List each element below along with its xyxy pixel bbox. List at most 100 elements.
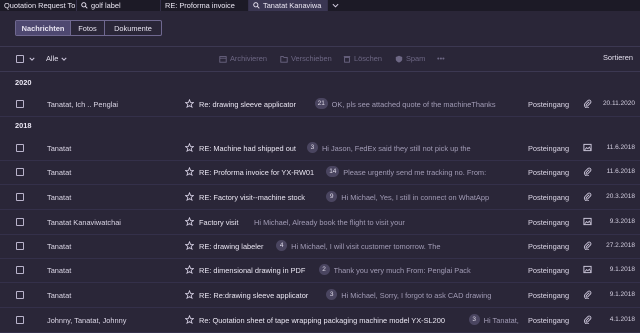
sender: Tanatat [47,168,72,177]
row-checkbox[interactable] [16,266,24,274]
preview-text: OK, pls see attached quote of the machin… [331,100,496,109]
chevron-down-icon[interactable] [29,57,35,61]
divider [0,46,640,47]
folder-label: Posteingang [528,291,570,300]
star-icon[interactable] [184,289,195,300]
date: 11.6.2018 [606,144,635,151]
row-checkbox[interactable] [16,100,24,108]
folder-label: Posteingang [528,168,570,177]
thread-count-badge: 3 [326,289,338,300]
sender: Tanatat [47,266,72,275]
row-checkbox[interactable] [16,218,24,226]
subject: RE: Proforma invoice for YX-RW01 [199,168,315,177]
thread-count-badge: 9 [326,191,338,202]
star-icon[interactable] [184,191,195,202]
message-row[interactable]: Tanatat RE: Re:drawing sleeve applicator 3… [0,283,640,307]
preview-text: Hi Michael, I will visit customer tomorr… [291,242,441,251]
paperclip-icon [583,290,592,300]
segment-fotos[interactable]: Fotos [71,21,105,35]
filter-label: Alle [46,54,59,63]
row-checkbox[interactable] [16,291,24,299]
row-divider [0,116,640,117]
more-actions-button[interactable]: ••• [437,54,445,63]
year-header: 2020 [15,78,32,87]
folder-label: Posteingang [528,193,570,202]
star-icon[interactable] [184,98,195,109]
tab-bar: Quotation Request To golf label RE: Prof… [0,0,640,11]
spam-button[interactable]: Spam [395,54,425,63]
subject: RE: Factory visit--machine stock [199,193,305,202]
delete-label: Löschen [354,54,382,63]
row-checkbox[interactable] [16,242,24,250]
paperclip-icon [583,315,592,325]
move-label: Verschieben [291,54,332,63]
subject: Re: drawing sleeve applicator [199,100,296,109]
thread-count-badge: 4 [276,240,288,251]
star-icon[interactable] [184,166,195,177]
select-all-checkbox[interactable] [16,55,24,63]
tab-label: Tanatat Kanaviwa [263,1,322,10]
message-row[interactable]: Tanatat RE: dimensional drawing in PDF 2 Th… [0,258,640,282]
subject: RE: Machine had shipped out [199,144,296,153]
row-checkbox[interactable] [16,144,24,152]
subject: Re: Quotation sheet of tape wrapping pac… [199,316,445,325]
search-icon [253,2,260,9]
date: 4.1.2018 [609,316,635,323]
archive-icon [219,55,227,63]
sort-label: Sortieren [603,53,633,62]
message-row[interactable]: Tanatat Kanaviwatchai Factory visit Hi Mic… [0,210,640,234]
paperclip-icon [583,241,592,251]
tab-proforma-invoice[interactable]: RE: Proforma invoice [161,0,249,11]
date: 9.3.2018 [609,218,635,225]
message-row[interactable]: Tanatat, Ich .. Penglai Re: drawing sleev… [0,92,640,116]
row-checkbox[interactable] [16,193,24,201]
segment-nachrichten[interactable]: Nachrichten [16,21,71,35]
message-row[interactable]: Tanatat RE: drawing labeler 4 Hi Michael, I… [0,234,640,258]
message-row[interactable]: Tanatat RE: Factory visit--machine stock 9… [0,185,640,209]
sender: Tanatat [47,193,72,202]
date: 9.1.2018 [609,291,635,298]
chevron-down-icon [61,57,67,61]
star-icon[interactable] [184,314,195,325]
message-row[interactable]: Johnny, Tanatat, Johnny Re: Quotation she… [0,308,640,332]
delete-button[interactable]: Löschen [343,54,382,63]
tab-label: Quotation Request To [4,1,76,10]
move-button[interactable]: Verschieben [280,54,332,63]
sort-dropdown[interactable]: Sortieren [603,53,633,62]
thread-count-badge: 2 [318,264,330,275]
sender: Tanatat [47,291,72,300]
preview-text: Hi Tanatat, Ok, P... [483,316,520,325]
date: 20.11.2020 [602,100,635,107]
subject: RE: Re:drawing sleeve applicator [199,291,309,300]
thread-count-badge: 3 [306,142,318,153]
archive-button[interactable]: Archivieren [219,54,267,63]
year-header: 2018 [15,121,32,130]
star-icon[interactable] [184,264,195,275]
folder-label: Posteingang [528,144,570,153]
segment-dokumente[interactable]: Dokumente [105,21,161,35]
preview-text: Please urgently send me tracking no. Fro… [343,168,487,177]
archive-label: Archivieren [230,54,267,63]
folder-label: Posteingang [528,242,570,251]
search-icon [81,2,88,9]
folder-label: Posteingang [528,218,570,227]
star-icon[interactable] [184,240,195,251]
tab-golf-label[interactable]: golf label [77,0,161,11]
preview-text: Hi Jason, FedEx said they still not pick… [321,144,471,153]
paperclip-icon [583,192,592,202]
row-checkbox[interactable] [16,168,24,176]
row-checkbox[interactable] [16,316,24,324]
filter-dropdown[interactable]: Alle [46,54,67,63]
message-row[interactable]: Tanatat RE: Proforma invoice for YX-RW01 1… [0,160,640,184]
folder-label: Posteingang [528,266,570,275]
subject: RE: dimensional drawing in PDF [199,266,306,275]
tabs-overflow-button[interactable] [328,0,342,11]
tab-quotation-request[interactable]: Quotation Request To [0,0,77,11]
message-row[interactable]: Tanatat RE: Machine had shipped out 3 Hi Ja… [0,136,640,160]
message-toolbar: Alle Archivieren Verschieben Löschen Spa… [0,48,640,68]
divider [0,71,640,72]
view-switcher: Nachrichten Fotos Dokumente [15,20,162,36]
star-icon[interactable] [184,216,195,227]
star-icon[interactable] [184,142,195,153]
tab-tanatat-kanaviwa[interactable]: Tanatat Kanaviwa [249,0,328,11]
